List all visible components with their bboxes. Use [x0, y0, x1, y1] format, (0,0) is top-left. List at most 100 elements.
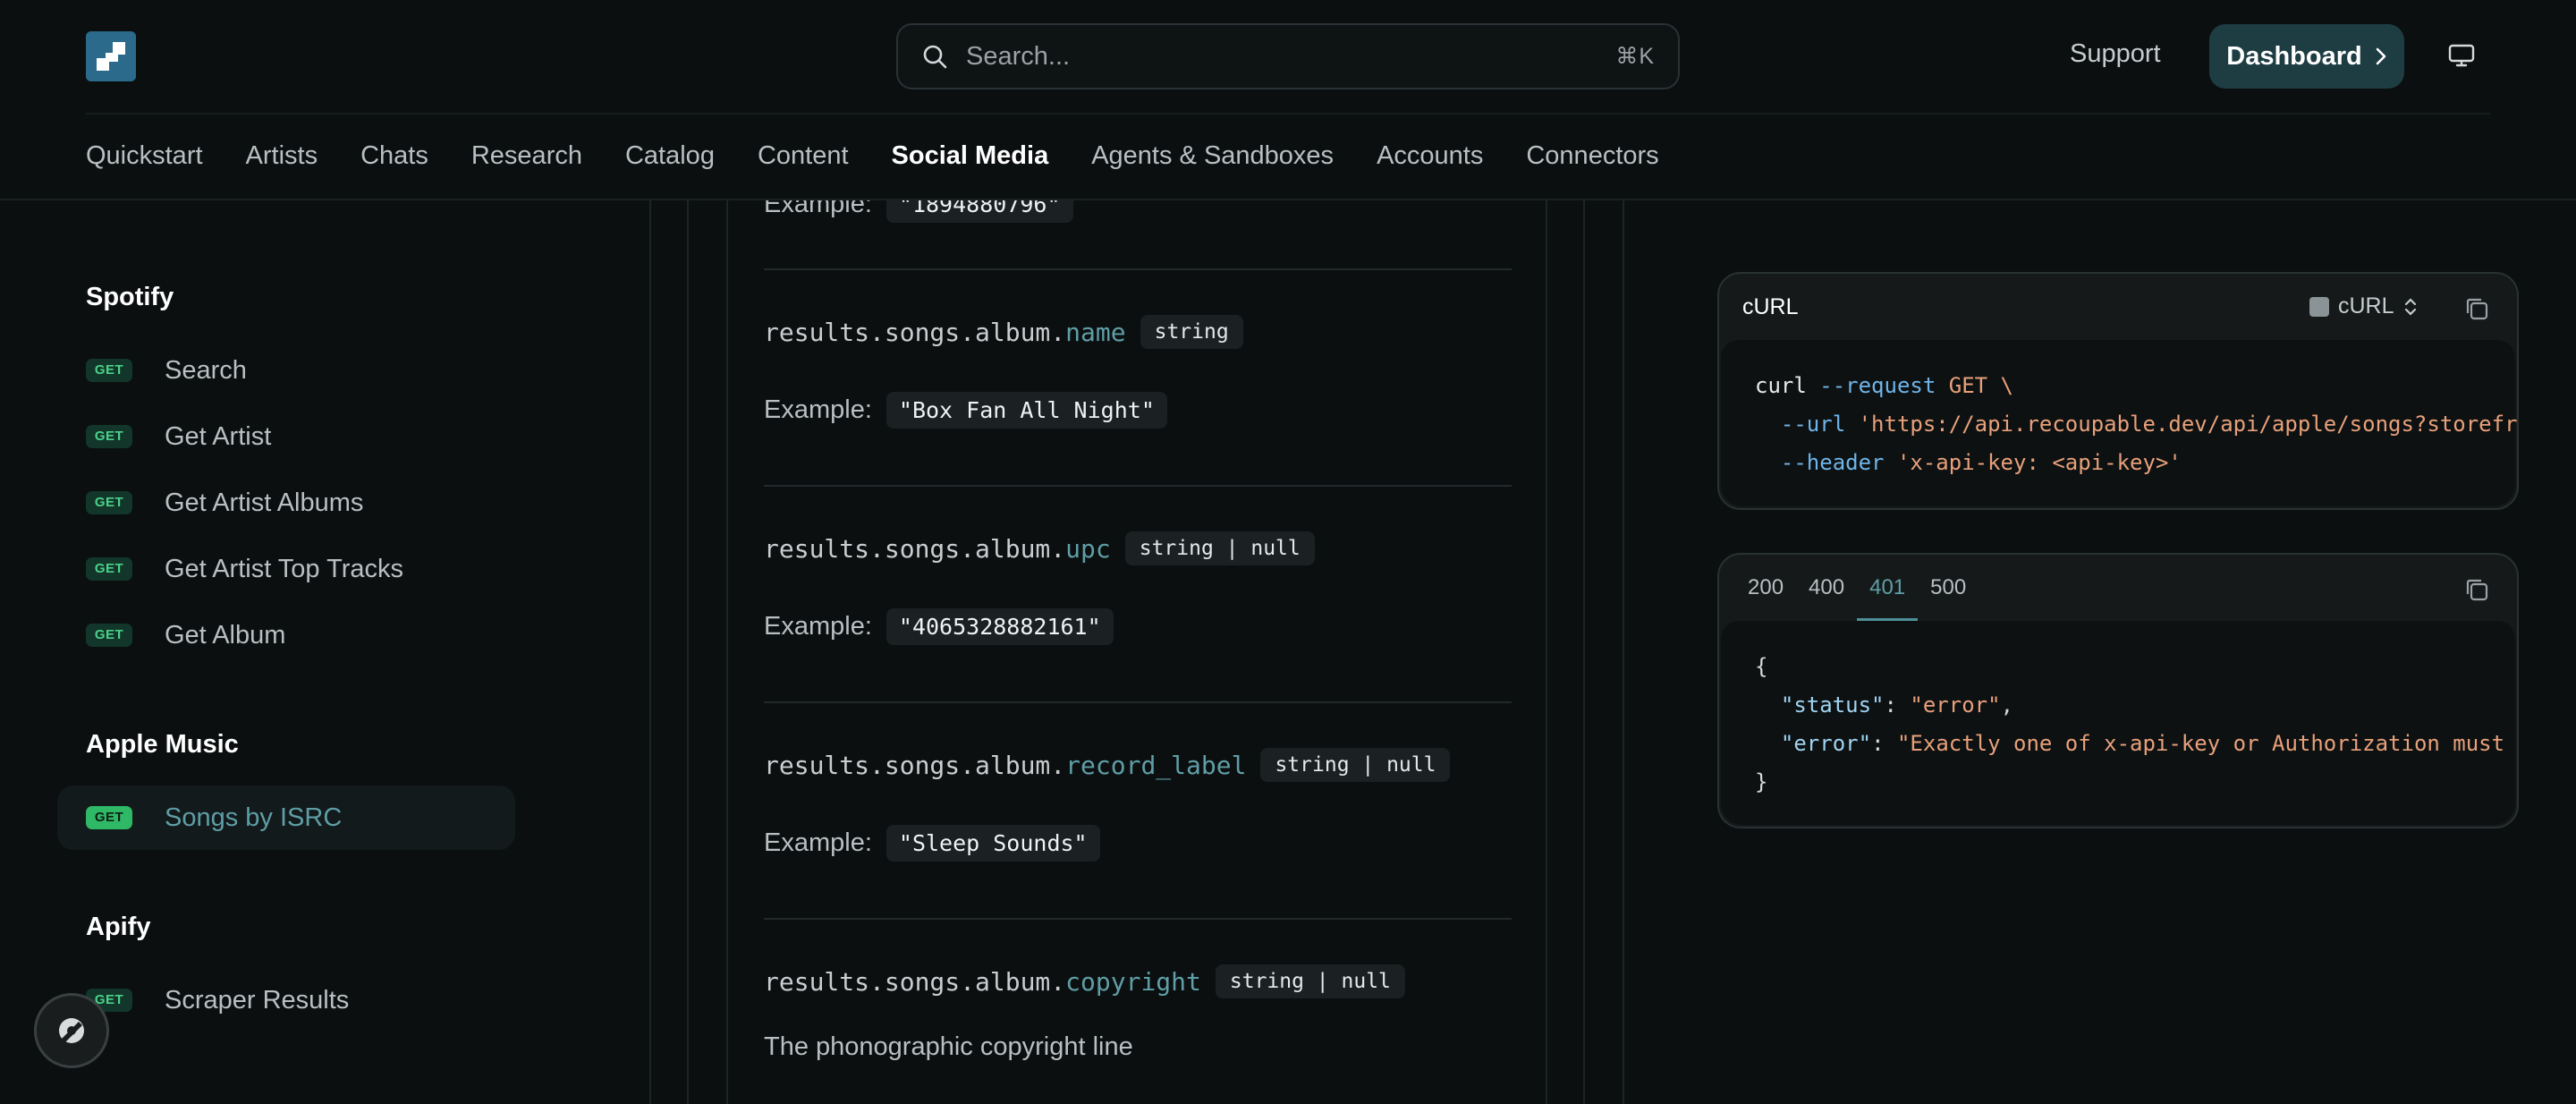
sidebar-item-label: Get Artist [165, 421, 272, 451]
field-divider [764, 268, 1512, 270]
request-code-block: curl --request GET \ --url 'https://api.… [1755, 367, 2517, 482]
field-leaf: upc [1065, 533, 1111, 564]
nav-tab-accounts[interactable]: Accounts [1377, 141, 1483, 171]
top-header: Search... ⌘K Support Dashboard Quickstar… [0, 0, 2576, 200]
status-tab-401[interactable]: 401 [1857, 555, 1919, 621]
response-code-block: { "status": "error", "error": "Exactly o… [1755, 654, 2505, 794]
assistant-button[interactable] [34, 993, 109, 1068]
nav-tab-social-media[interactable]: Social Media [892, 141, 1049, 171]
sidebar-heading-spotify: Spotify [86, 283, 174, 311]
field-description: The phonographic copyright line [764, 1032, 1133, 1061]
sidebar-item-search[interactable]: GET Search [57, 338, 515, 403]
code-token: } [1755, 769, 1768, 794]
status-tab-500[interactable]: 500 [1918, 555, 1979, 621]
assistant-icon [59, 1018, 84, 1045]
code-token: --url [1780, 412, 1846, 437]
field-leaf: record_label [1065, 750, 1247, 780]
logo-mark-icon [86, 31, 136, 81]
content-right-divider [1623, 200, 1624, 1104]
search-placeholder: Search... [966, 41, 1071, 71]
type-chip: string | null [1124, 531, 1315, 565]
example-label: Example: [764, 395, 872, 424]
example-value: "1894880796" [886, 200, 1073, 223]
status-tab-200[interactable]: 200 [1735, 555, 1796, 621]
status-tab-400[interactable]: 400 [1796, 555, 1857, 621]
sidebar-item-label: Search [165, 355, 247, 385]
sidebar-item-scraper-results[interactable]: GET Scraper Results [57, 968, 515, 1032]
nav-tab-content[interactable]: Content [758, 141, 849, 171]
nav-tab-artists[interactable]: Artists [246, 141, 318, 171]
field-album-name: results.songs.album. name string Example:… [764, 315, 1512, 429]
sidebar-divider [649, 200, 651, 1104]
nav-tab-catalog[interactable]: Catalog [625, 141, 715, 171]
request-example-card: cURL cURL curl --request GET \ --url 'ht… [1717, 272, 2519, 510]
type-chip: string [1140, 315, 1243, 349]
example-value: "Box Fan All Night" [886, 392, 1167, 429]
copy-icon[interactable] [2463, 576, 2490, 603]
code-token: { [1755, 654, 1768, 679]
sidebar-heading-apify: Apify [86, 913, 151, 941]
nav-tab-research[interactable]: Research [471, 141, 582, 171]
terminal-icon [2309, 296, 2329, 317]
monitor-icon[interactable] [2447, 41, 2476, 70]
field-prefix: results.songs.album. [764, 966, 1066, 997]
content-outer-rule [687, 200, 689, 1104]
field-prefix: results.songs.album. [764, 533, 1066, 564]
search-icon [923, 45, 947, 69]
field-leaf: name [1065, 317, 1126, 347]
field-prefix: results.songs.album. [764, 317, 1066, 347]
sidebar-item-songs-by-isrc[interactable]: GET Songs by ISRC [57, 786, 515, 850]
code-token: "error" [1910, 692, 2001, 718]
code-token: "Exactly one of x-api-key or Authorizati… [1896, 731, 2505, 756]
code-token: , [2000, 692, 2014, 718]
code-token: "error" [1780, 731, 1872, 756]
search-bar[interactable]: Search... ⌘K [896, 23, 1680, 89]
field-album-record-label: results.songs.album. record_label string … [764, 748, 1512, 862]
field-leaf: copyright [1065, 966, 1201, 997]
code-token: GET \ [1948, 373, 2013, 398]
sidebar-item-get-artist-albums[interactable]: GET Get Artist Albums [57, 471, 515, 535]
dashboard-button[interactable]: Dashboard [2209, 24, 2404, 89]
method-badge: GET [86, 557, 132, 581]
example-label: Example: [764, 828, 872, 857]
nav-tab-connectors[interactable]: Connectors [1526, 141, 1658, 171]
app-logo[interactable] [86, 31, 136, 81]
top-nav: Quickstart Artists Chats Research Catalog Con… [86, 141, 1702, 171]
nav-tab-chats[interactable]: Chats [360, 141, 428, 171]
language-selector[interactable]: cURL [2309, 293, 2418, 319]
field-partial: Example: "1894880796" [764, 200, 1512, 223]
field-prefix: results.songs.album. [764, 750, 1066, 780]
field-album-upc: results.songs.album. upc string | null Ex… [764, 531, 1512, 645]
nav-tab-agents-sandboxes[interactable]: Agents & Sandboxes [1091, 141, 1334, 171]
sidebar-item-label: Get Album [165, 620, 286, 650]
method-badge: GET [86, 425, 132, 448]
example-value: "4065328882161" [886, 608, 1114, 645]
sidebar-heading-apple-music: Apple Music [86, 730, 239, 759]
sidebar-item-label: Songs by ISRC [165, 803, 343, 832]
sidebar-item-get-artist-top-tracks[interactable]: GET Get Artist Top Tracks [57, 537, 515, 601]
header-divider [86, 113, 2490, 115]
response-example-card: 200 400 401 500 { "status": "error", "error… [1717, 553, 2519, 828]
field-album-copyright: results.songs.album. copyright string | n… [764, 964, 1512, 1062]
code-token: curl [1755, 373, 1807, 398]
method-badge: GET [86, 624, 132, 647]
dashboard-button-label: Dashboard [2226, 41, 2362, 71]
sidebar-item-label: Get Artist Top Tracks [165, 554, 404, 583]
sidebar-item-get-album[interactable]: GET Get Album [57, 603, 515, 667]
chevron-updown-icon [2404, 297, 2416, 316]
copy-icon[interactable] [2463, 295, 2490, 322]
example-label: Example: [764, 200, 872, 218]
type-chip: string | null [1215, 964, 1405, 998]
sidebar: Spotify GET Search GET Get Artist GET Ge… [0, 200, 537, 1104]
example-label: Example: [764, 612, 872, 641]
sidebar-item-get-artist[interactable]: GET Get Artist [57, 404, 515, 469]
sidebar-item-label: Get Artist Albums [165, 488, 364, 517]
method-badge: GET [86, 806, 132, 829]
request-card-title: cURL [1742, 293, 1799, 319]
nav-tab-quickstart[interactable]: Quickstart [86, 141, 203, 171]
support-link[interactable]: Support [2070, 39, 2161, 69]
content-outer-rule-right [1583, 200, 1585, 1104]
chevron-right-icon [2376, 47, 2386, 65]
search-shortcut: ⌘K [1615, 44, 1655, 69]
field-divider [764, 485, 1512, 487]
